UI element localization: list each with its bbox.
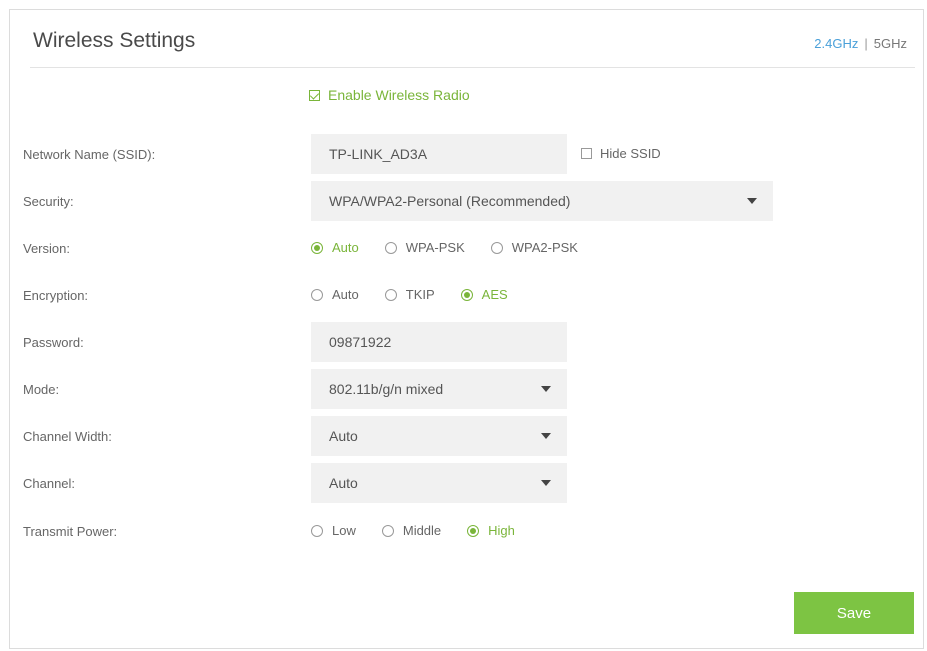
radio-empty-icon bbox=[490, 241, 503, 254]
channel-width-select[interactable]: Auto bbox=[311, 416, 567, 456]
radio-selected-icon bbox=[460, 288, 473, 301]
radio-label: TKIP bbox=[405, 287, 435, 302]
security-value: WPA/WPA2-Personal (Recommended) bbox=[329, 193, 571, 209]
hide-ssid-checkbox[interactable] bbox=[581, 148, 592, 159]
radio-label: Auto bbox=[332, 240, 359, 255]
radio-label: AES bbox=[481, 287, 508, 302]
chevron-down-icon bbox=[541, 386, 551, 392]
chevron-down-icon bbox=[541, 480, 551, 486]
power-low-radio[interactable]: Low bbox=[311, 523, 356, 538]
encryption-aes-radio[interactable]: AES bbox=[460, 287, 508, 302]
page-title: Wireless Settings bbox=[33, 29, 196, 52]
channel-select[interactable]: Auto bbox=[311, 463, 567, 503]
version-wpa2-psk-radio[interactable]: WPA2-PSK bbox=[490, 240, 578, 255]
ssid-input[interactable]: TP-LINK_AD3A bbox=[311, 134, 567, 174]
band-5ghz-tab[interactable]: 5GHz bbox=[874, 36, 907, 51]
band-2-4ghz-tab[interactable]: 2.4GHz bbox=[814, 36, 858, 51]
password-label: Password: bbox=[23, 335, 84, 350]
mode-label: Mode: bbox=[23, 382, 60, 397]
radio-label: High bbox=[488, 523, 515, 538]
radio-selected-icon bbox=[467, 524, 480, 537]
power-middle-radio[interactable]: Middle bbox=[381, 523, 442, 538]
channel-label: Channel: bbox=[23, 476, 76, 491]
title-divider bbox=[30, 67, 915, 68]
chevron-down-icon bbox=[747, 198, 757, 204]
hide-ssid-option[interactable]: Hide SSID bbox=[581, 146, 661, 161]
security-select[interactable]: WPA/WPA2-Personal (Recommended) bbox=[311, 181, 773, 221]
radio-empty-icon bbox=[381, 524, 394, 537]
enable-wireless-radio[interactable]: Enable Wireless Radio bbox=[309, 87, 470, 103]
version-wpa-psk-radio[interactable]: WPA-PSK bbox=[384, 240, 465, 255]
hide-ssid-label: Hide SSID bbox=[600, 146, 661, 161]
chevron-down-icon bbox=[541, 433, 551, 439]
ssid-label: Network Name (SSID): bbox=[23, 147, 156, 162]
radio-empty-icon bbox=[311, 524, 323, 537]
version-radio-group: Auto WPA-PSK WPA2-PSK bbox=[311, 240, 604, 255]
enable-radio-label: Enable Wireless Radio bbox=[328, 87, 470, 103]
password-value: 09871922 bbox=[329, 334, 392, 350]
radio-empty-icon bbox=[384, 241, 397, 254]
save-button[interactable]: Save bbox=[794, 592, 914, 634]
radio-selected-icon bbox=[311, 241, 323, 254]
encryption-label: Encryption: bbox=[23, 288, 89, 303]
encryption-tkip-radio[interactable]: TKIP bbox=[384, 287, 435, 302]
encryption-radio-group: Auto TKIP AES bbox=[311, 287, 534, 302]
channel-width-label: Channel Width: bbox=[23, 429, 112, 444]
power-high-radio[interactable]: High bbox=[467, 523, 515, 538]
radio-empty-icon bbox=[311, 288, 323, 301]
mode-select[interactable]: 802.11b/g/n mixed bbox=[311, 369, 567, 409]
ssid-value: TP-LINK_AD3A bbox=[329, 146, 428, 162]
band-separator: | bbox=[864, 36, 868, 51]
transmit-power-radio-group: Low Middle High bbox=[311, 523, 541, 538]
encryption-auto-radio[interactable]: Auto bbox=[311, 287, 359, 302]
radio-label: Auto bbox=[332, 287, 359, 302]
security-label: Security: bbox=[23, 194, 74, 209]
radio-label: Low bbox=[332, 523, 356, 538]
band-switcher: 2.4GHz | 5GHz bbox=[814, 36, 907, 51]
version-label: Version: bbox=[23, 241, 70, 256]
channel-value: Auto bbox=[329, 475, 358, 491]
mode-value: 802.11b/g/n mixed bbox=[329, 381, 444, 397]
channel-width-value: Auto bbox=[329, 428, 358, 444]
radio-empty-icon bbox=[384, 288, 397, 301]
radio-label: WPA2-PSK bbox=[511, 240, 578, 255]
version-auto-radio[interactable]: Auto bbox=[311, 240, 359, 255]
radio-label: WPA-PSK bbox=[405, 240, 465, 255]
transmit-power-label: Transmit Power: bbox=[23, 524, 118, 539]
password-input[interactable]: 09871922 bbox=[311, 322, 567, 362]
radio-label: Middle bbox=[402, 523, 442, 538]
enable-radio-checkbox[interactable] bbox=[309, 89, 320, 101]
